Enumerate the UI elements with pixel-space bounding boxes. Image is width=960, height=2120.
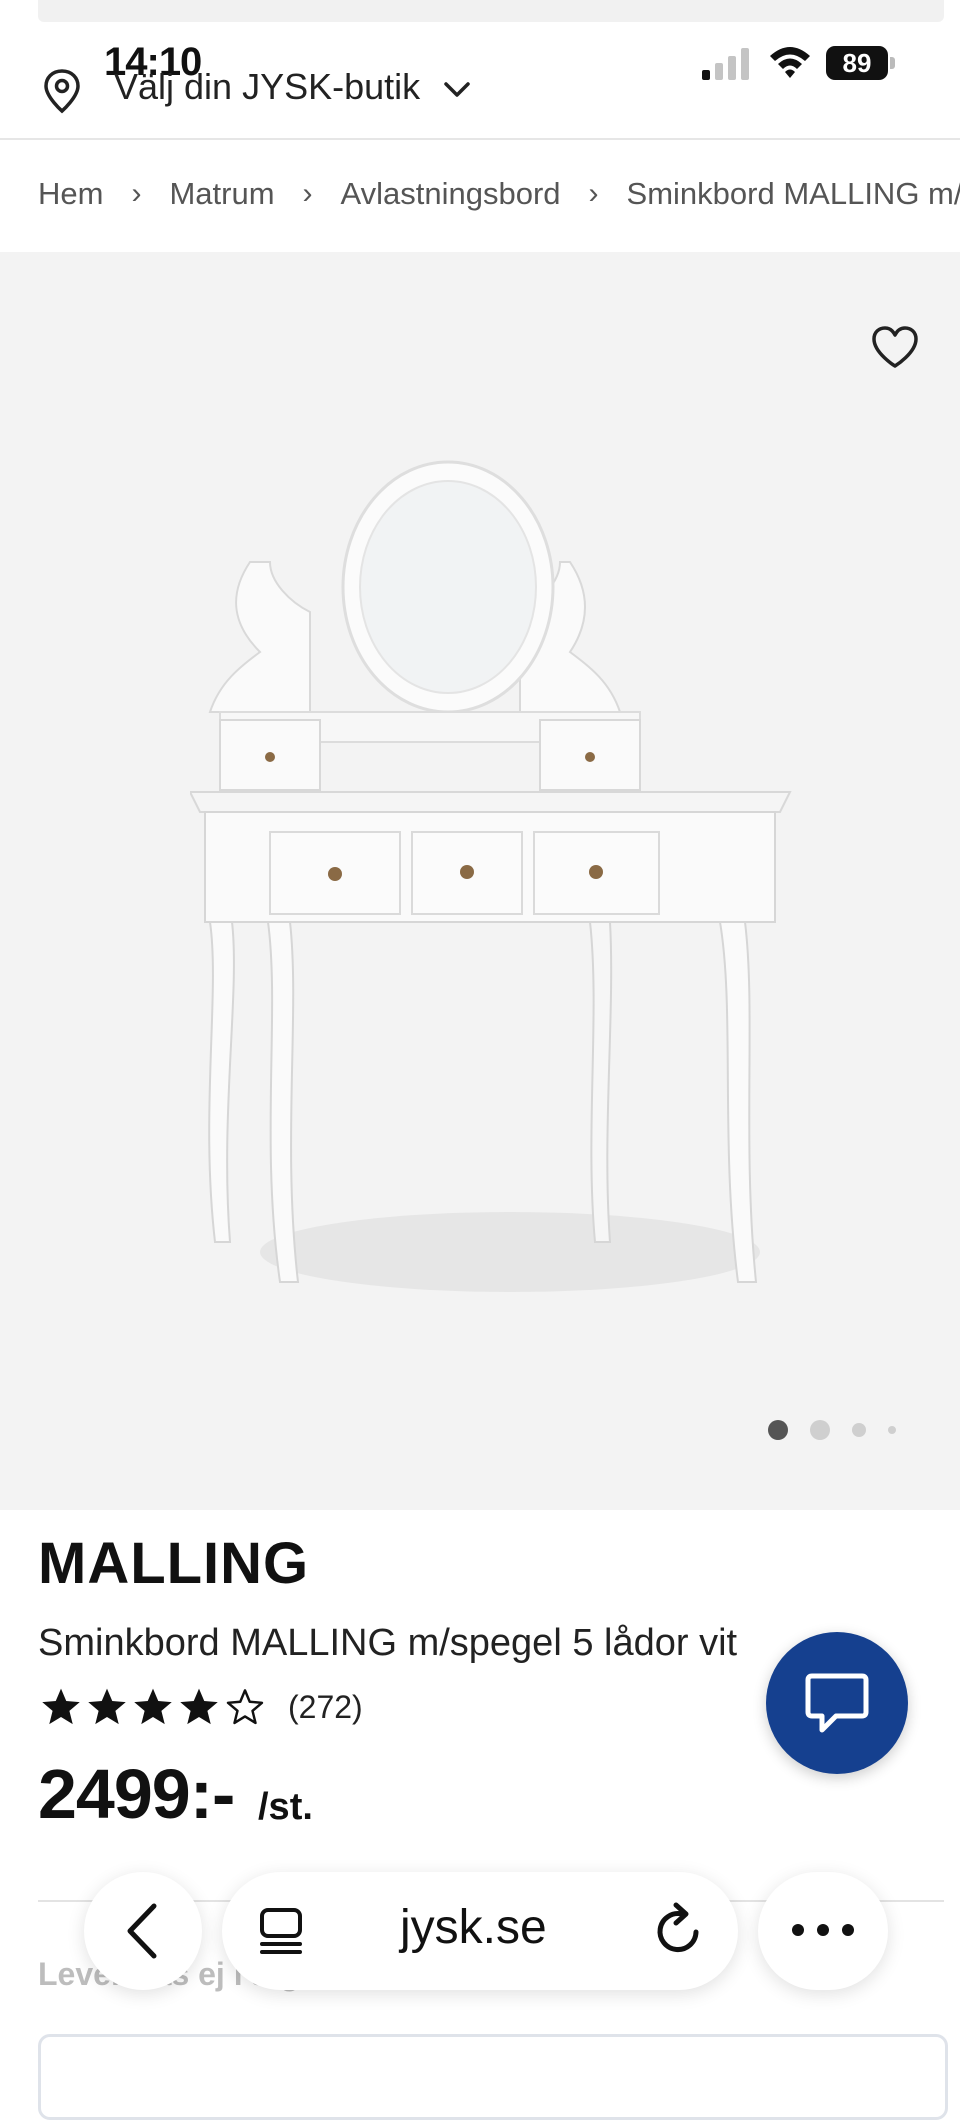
review-count[interactable]: (272) [288, 1689, 363, 1726]
breadcrumb-item-hem[interactable]: Hem [38, 176, 103, 212]
store-selector[interactable]: Välj din JYSK-butik [0, 60, 960, 140]
tab-overview-icon[interactable] [256, 1906, 306, 1956]
product-image [190, 460, 792, 1292]
gallery-dot-1[interactable] [768, 1420, 788, 1440]
gallery-dot-4[interactable] [888, 1426, 896, 1434]
product-name: Sminkbord MALLING m/spegel 5 lådor vit [38, 1622, 738, 1664]
breadcrumb-separator: › [588, 177, 599, 210]
star-filled-icon [180, 1688, 218, 1725]
location-pin-icon [44, 69, 80, 114]
star-filled-icon [42, 1688, 80, 1725]
chat-button[interactable] [766, 1632, 908, 1774]
url-text: jysk.se [400, 1901, 547, 1954]
breadcrumb-separator: › [302, 177, 313, 210]
heart-icon[interactable] [870, 324, 920, 370]
breadcrumb-item-avlastningsbord[interactable]: Avlastningsbord [341, 176, 561, 212]
more-dots-icon [792, 1924, 854, 1936]
gallery-dot-2[interactable] [810, 1420, 830, 1440]
chat-bubble-icon [805, 1673, 869, 1733]
rating[interactable]: (272) [40, 1686, 363, 1728]
breadcrumb-item-matrum[interactable]: Matrum [169, 176, 274, 212]
postal-code-field[interactable] [38, 2034, 948, 2120]
breadcrumb-item-current: Sminkbord MALLING m/spegel 5 lådor vit [626, 176, 960, 211]
star-empty-icon [226, 1689, 264, 1725]
star-filled-icon [88, 1688, 126, 1725]
chevron-left-icon [127, 1903, 157, 1959]
breadcrumb-separator: › [131, 177, 142, 210]
star-filled-icon [134, 1688, 172, 1725]
more-options-button[interactable] [758, 1872, 888, 1990]
breadcrumb: Hem › Matrum › Avlastningsbord › Sminkbo… [0, 140, 960, 252]
reload-icon[interactable] [652, 1902, 706, 1958]
store-selector-label: Välj din JYSK-butik [114, 66, 421, 107]
product-brand: MALLING [38, 1531, 310, 1596]
gallery-dot-3[interactable] [852, 1423, 866, 1437]
product-image-gallery[interactable] [0, 252, 960, 1510]
price-unit: /st. [258, 1786, 313, 1828]
browser-toolbar: jysk.se [0, 1872, 960, 2002]
back-button[interactable] [84, 1872, 202, 1990]
address-bar[interactable]: jysk.se [222, 1872, 738, 1990]
chevron-down-icon [444, 82, 470, 97]
product-price: 2499:- [38, 1755, 235, 1833]
gallery-pagination[interactable] [768, 1418, 896, 1442]
